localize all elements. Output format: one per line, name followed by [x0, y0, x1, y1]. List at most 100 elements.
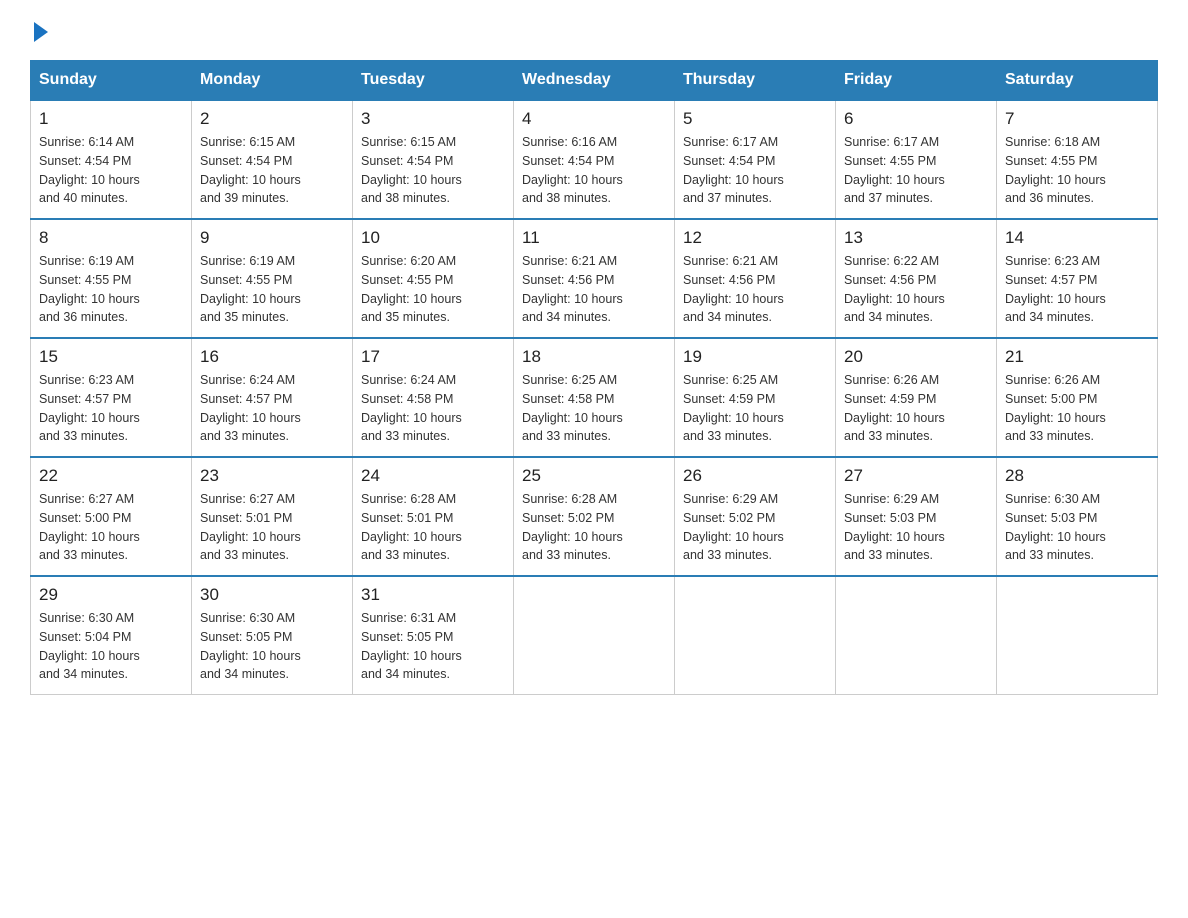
week-row-5: 29 Sunrise: 6:30 AM Sunset: 5:04 PM Dayl…	[31, 576, 1158, 695]
day-info: Sunrise: 6:28 AM Sunset: 5:01 PM Dayligh…	[361, 490, 505, 565]
calendar-cell: 21 Sunrise: 6:26 AM Sunset: 5:00 PM Dayl…	[997, 338, 1158, 457]
calendar-cell: 14 Sunrise: 6:23 AM Sunset: 4:57 PM Dayl…	[997, 219, 1158, 338]
calendar-cell: 19 Sunrise: 6:25 AM Sunset: 4:59 PM Dayl…	[675, 338, 836, 457]
day-info: Sunrise: 6:25 AM Sunset: 4:59 PM Dayligh…	[683, 371, 827, 446]
day-number: 8	[39, 228, 183, 248]
day-number: 21	[1005, 347, 1149, 367]
calendar-cell: 4 Sunrise: 6:16 AM Sunset: 4:54 PM Dayli…	[514, 100, 675, 219]
day-number: 10	[361, 228, 505, 248]
calendar-cell: 23 Sunrise: 6:27 AM Sunset: 5:01 PM Dayl…	[192, 457, 353, 576]
day-number: 19	[683, 347, 827, 367]
calendar-cell: 31 Sunrise: 6:31 AM Sunset: 5:05 PM Dayl…	[353, 576, 514, 695]
day-info: Sunrise: 6:14 AM Sunset: 4:54 PM Dayligh…	[39, 133, 183, 208]
day-info: Sunrise: 6:15 AM Sunset: 4:54 PM Dayligh…	[200, 133, 344, 208]
day-info: Sunrise: 6:17 AM Sunset: 4:54 PM Dayligh…	[683, 133, 827, 208]
day-number: 9	[200, 228, 344, 248]
calendar-cell: 15 Sunrise: 6:23 AM Sunset: 4:57 PM Dayl…	[31, 338, 192, 457]
day-info: Sunrise: 6:21 AM Sunset: 4:56 PM Dayligh…	[522, 252, 666, 327]
logo	[30, 20, 48, 40]
calendar-cell: 22 Sunrise: 6:27 AM Sunset: 5:00 PM Dayl…	[31, 457, 192, 576]
day-number: 1	[39, 109, 183, 129]
day-number: 4	[522, 109, 666, 129]
calendar-table: SundayMondayTuesdayWednesdayThursdayFrid…	[30, 60, 1158, 695]
calendar-cell: 30 Sunrise: 6:30 AM Sunset: 5:05 PM Dayl…	[192, 576, 353, 695]
day-number: 15	[39, 347, 183, 367]
day-info: Sunrise: 6:20 AM Sunset: 4:55 PM Dayligh…	[361, 252, 505, 327]
day-number: 17	[361, 347, 505, 367]
day-info: Sunrise: 6:17 AM Sunset: 4:55 PM Dayligh…	[844, 133, 988, 208]
day-number: 7	[1005, 109, 1149, 129]
day-number: 20	[844, 347, 988, 367]
day-info: Sunrise: 6:31 AM Sunset: 5:05 PM Dayligh…	[361, 609, 505, 684]
day-info: Sunrise: 6:30 AM Sunset: 5:03 PM Dayligh…	[1005, 490, 1149, 565]
calendar-cell: 1 Sunrise: 6:14 AM Sunset: 4:54 PM Dayli…	[31, 100, 192, 219]
calendar-cell: 16 Sunrise: 6:24 AM Sunset: 4:57 PM Dayl…	[192, 338, 353, 457]
calendar-cell: 8 Sunrise: 6:19 AM Sunset: 4:55 PM Dayli…	[31, 219, 192, 338]
week-row-2: 8 Sunrise: 6:19 AM Sunset: 4:55 PM Dayli…	[31, 219, 1158, 338]
day-number: 18	[522, 347, 666, 367]
calendar-cell: 11 Sunrise: 6:21 AM Sunset: 4:56 PM Dayl…	[514, 219, 675, 338]
calendar-cell: 2 Sunrise: 6:15 AM Sunset: 4:54 PM Dayli…	[192, 100, 353, 219]
day-info: Sunrise: 6:30 AM Sunset: 5:04 PM Dayligh…	[39, 609, 183, 684]
header-sunday: Sunday	[31, 61, 192, 101]
calendar-header-row: SundayMondayTuesdayWednesdayThursdayFrid…	[31, 61, 1158, 101]
day-number: 16	[200, 347, 344, 367]
calendar-cell: 7 Sunrise: 6:18 AM Sunset: 4:55 PM Dayli…	[997, 100, 1158, 219]
day-info: Sunrise: 6:21 AM Sunset: 4:56 PM Dayligh…	[683, 252, 827, 327]
day-number: 23	[200, 466, 344, 486]
calendar-cell: 9 Sunrise: 6:19 AM Sunset: 4:55 PM Dayli…	[192, 219, 353, 338]
day-info: Sunrise: 6:22 AM Sunset: 4:56 PM Dayligh…	[844, 252, 988, 327]
day-number: 14	[1005, 228, 1149, 248]
day-number: 28	[1005, 466, 1149, 486]
day-info: Sunrise: 6:29 AM Sunset: 5:02 PM Dayligh…	[683, 490, 827, 565]
day-info: Sunrise: 6:25 AM Sunset: 4:58 PM Dayligh…	[522, 371, 666, 446]
calendar-cell: 20 Sunrise: 6:26 AM Sunset: 4:59 PM Dayl…	[836, 338, 997, 457]
day-info: Sunrise: 6:16 AM Sunset: 4:54 PM Dayligh…	[522, 133, 666, 208]
header-friday: Friday	[836, 61, 997, 101]
day-info: Sunrise: 6:29 AM Sunset: 5:03 PM Dayligh…	[844, 490, 988, 565]
calendar-cell: 3 Sunrise: 6:15 AM Sunset: 4:54 PM Dayli…	[353, 100, 514, 219]
calendar-cell: 25 Sunrise: 6:28 AM Sunset: 5:02 PM Dayl…	[514, 457, 675, 576]
day-number: 2	[200, 109, 344, 129]
calendar-cell: 12 Sunrise: 6:21 AM Sunset: 4:56 PM Dayl…	[675, 219, 836, 338]
calendar-cell: 6 Sunrise: 6:17 AM Sunset: 4:55 PM Dayli…	[836, 100, 997, 219]
day-number: 24	[361, 466, 505, 486]
day-info: Sunrise: 6:27 AM Sunset: 5:01 PM Dayligh…	[200, 490, 344, 565]
calendar-cell: 27 Sunrise: 6:29 AM Sunset: 5:03 PM Dayl…	[836, 457, 997, 576]
day-info: Sunrise: 6:23 AM Sunset: 4:57 PM Dayligh…	[39, 371, 183, 446]
calendar-cell: 13 Sunrise: 6:22 AM Sunset: 4:56 PM Dayl…	[836, 219, 997, 338]
day-number: 26	[683, 466, 827, 486]
week-row-3: 15 Sunrise: 6:23 AM Sunset: 4:57 PM Dayl…	[31, 338, 1158, 457]
day-number: 22	[39, 466, 183, 486]
page-header	[30, 20, 1158, 40]
calendar-cell	[675, 576, 836, 695]
day-number: 6	[844, 109, 988, 129]
day-info: Sunrise: 6:26 AM Sunset: 5:00 PM Dayligh…	[1005, 371, 1149, 446]
calendar-cell: 29 Sunrise: 6:30 AM Sunset: 5:04 PM Dayl…	[31, 576, 192, 695]
day-info: Sunrise: 6:15 AM Sunset: 4:54 PM Dayligh…	[361, 133, 505, 208]
header-wednesday: Wednesday	[514, 61, 675, 101]
day-info: Sunrise: 6:18 AM Sunset: 4:55 PM Dayligh…	[1005, 133, 1149, 208]
header-saturday: Saturday	[997, 61, 1158, 101]
week-row-1: 1 Sunrise: 6:14 AM Sunset: 4:54 PM Dayli…	[31, 100, 1158, 219]
calendar-cell: 18 Sunrise: 6:25 AM Sunset: 4:58 PM Dayl…	[514, 338, 675, 457]
calendar-cell: 5 Sunrise: 6:17 AM Sunset: 4:54 PM Dayli…	[675, 100, 836, 219]
day-number: 25	[522, 466, 666, 486]
day-info: Sunrise: 6:19 AM Sunset: 4:55 PM Dayligh…	[200, 252, 344, 327]
day-info: Sunrise: 6:23 AM Sunset: 4:57 PM Dayligh…	[1005, 252, 1149, 327]
week-row-4: 22 Sunrise: 6:27 AM Sunset: 5:00 PM Dayl…	[31, 457, 1158, 576]
header-thursday: Thursday	[675, 61, 836, 101]
header-monday: Monday	[192, 61, 353, 101]
day-number: 29	[39, 585, 183, 605]
day-number: 12	[683, 228, 827, 248]
calendar-cell	[836, 576, 997, 695]
day-info: Sunrise: 6:30 AM Sunset: 5:05 PM Dayligh…	[200, 609, 344, 684]
day-number: 3	[361, 109, 505, 129]
day-number: 5	[683, 109, 827, 129]
calendar-cell: 26 Sunrise: 6:29 AM Sunset: 5:02 PM Dayl…	[675, 457, 836, 576]
calendar-cell: 28 Sunrise: 6:30 AM Sunset: 5:03 PM Dayl…	[997, 457, 1158, 576]
day-info: Sunrise: 6:19 AM Sunset: 4:55 PM Dayligh…	[39, 252, 183, 327]
logo-triangle-icon	[34, 22, 48, 42]
calendar-cell: 10 Sunrise: 6:20 AM Sunset: 4:55 PM Dayl…	[353, 219, 514, 338]
day-number: 27	[844, 466, 988, 486]
